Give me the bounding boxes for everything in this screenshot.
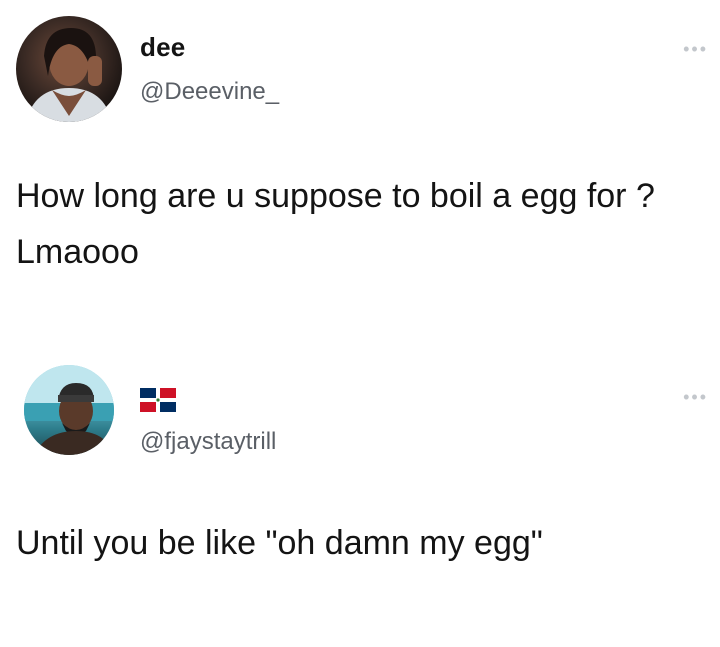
tweet-text: Until you be like "oh damn my egg" (16, 524, 543, 562)
more-horizontal-icon[interactable]: ••• (683, 388, 708, 406)
profile-photo-icon (24, 365, 114, 455)
more-horizontal-icon[interactable]: ••• (683, 40, 708, 58)
user-handle[interactable]: @fjaystaytrill (140, 428, 276, 456)
tweet-reply[interactable]: @fjaystaytrill ••• Until you be like "oh… (0, 350, 720, 647)
tweet-original[interactable]: dee @Deeevine_ ••• How long are u suppos… (0, 0, 720, 320)
profile-photo-icon (26, 28, 112, 122)
tweet-text: How long are u suppose to boil a egg for… (16, 177, 655, 271)
dominican-republic-flag-icon (140, 388, 176, 412)
avatar[interactable] (24, 365, 114, 455)
display-name[interactable]: dee (140, 32, 185, 63)
avatar[interactable] (16, 16, 122, 122)
user-handle[interactable]: @Deeevine_ (140, 78, 279, 106)
